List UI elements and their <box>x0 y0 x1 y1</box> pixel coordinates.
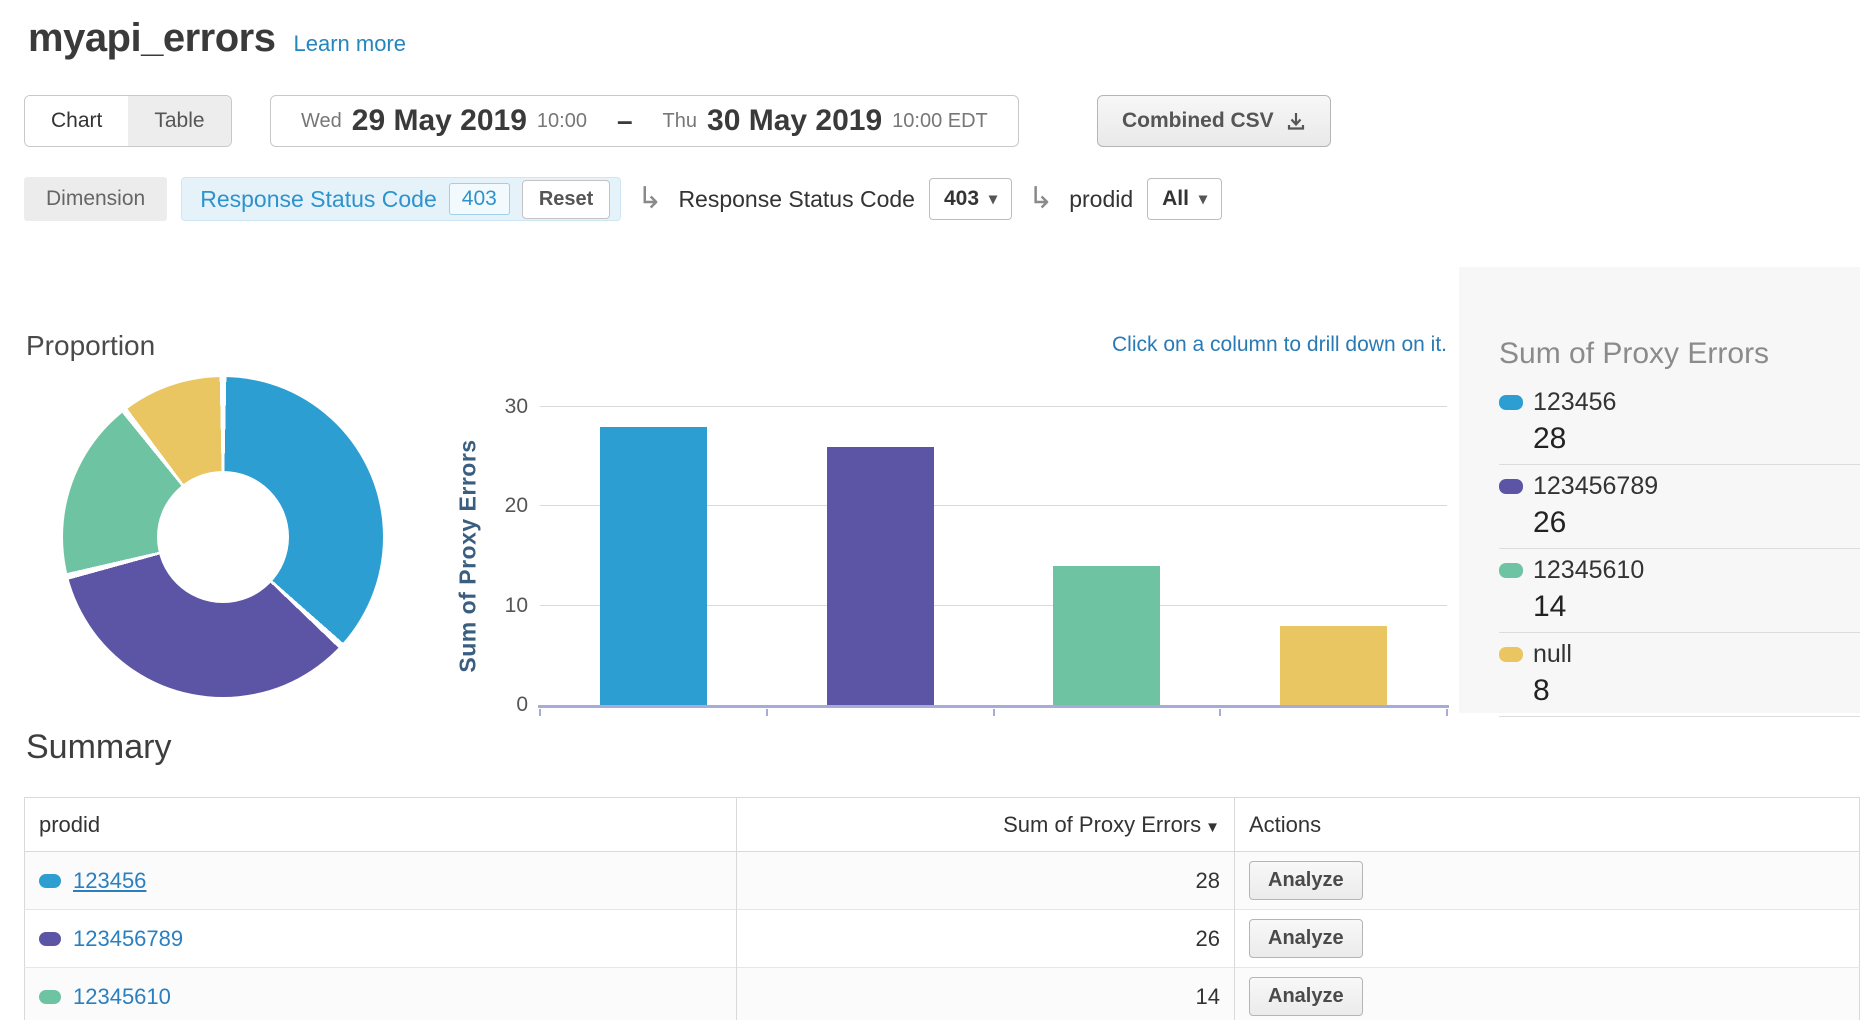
chevron-down-icon: ▾ <box>989 189 997 209</box>
start-day: Wed <box>301 110 342 133</box>
legend-name: null <box>1533 640 1572 668</box>
end-day: Thu <box>663 110 697 133</box>
bar-null[interactable] <box>1280 626 1387 705</box>
bar-123456789[interactable] <box>827 447 934 705</box>
series-color-swatch <box>39 932 61 946</box>
x-axis <box>538 705 1449 708</box>
drilldown-arrow-icon: ↳ <box>1028 184 1053 214</box>
dropdown-value: All <box>1162 187 1189 211</box>
legend-name: 12345610 <box>1533 556 1644 584</box>
gridline <box>540 406 1447 407</box>
legend-item: 12345610 14 <box>1499 549 1860 633</box>
column-header-prodid[interactable]: prodid <box>25 798 737 852</box>
bar-chart-plot: 0102030 <box>540 407 1447 705</box>
y-axis-label: Sum of Proxy Errors <box>455 439 482 672</box>
analyze-button[interactable]: Analyze <box>1249 977 1363 1016</box>
active-filter-name: Response Status Code <box>200 186 437 213</box>
series-color-swatch <box>39 990 61 1004</box>
proportion-donut-chart[interactable] <box>63 377 383 697</box>
end-date: 30 May 2019 <box>707 104 882 138</box>
legend-value: 8 <box>1533 674 1860 708</box>
bar-123456[interactable] <box>600 427 707 705</box>
download-icon <box>1286 111 1306 131</box>
legend-color-swatch <box>1499 563 1523 578</box>
status-dropdown-label: Response Status Code <box>678 186 915 213</box>
x-tick <box>539 709 541 716</box>
chart-legend: Sum of Proxy Errors 123456 28 123456789 … <box>1459 267 1860 713</box>
bar-12345610[interactable] <box>1053 566 1160 705</box>
y-tick-label: 10 <box>482 594 528 618</box>
response-status-code-dropdown[interactable]: 403 ▾ <box>929 178 1012 220</box>
legend-item: 123456 28 <box>1499 381 1860 465</box>
dropdown-value: 403 <box>944 187 979 211</box>
summary-table: prodid Sum of Proxy Errors▼ Actions 1234… <box>24 797 1860 1020</box>
legend-name: 123456789 <box>1533 472 1658 500</box>
reset-button[interactable]: Reset <box>522 180 610 219</box>
chevron-down-icon: ▾ <box>1199 189 1207 209</box>
learn-more-link[interactable]: Learn more <box>293 31 406 57</box>
analyze-button[interactable]: Analyze <box>1249 861 1363 900</box>
prodid-link[interactable]: 123456789 <box>73 926 183 951</box>
legend-color-swatch <box>1499 647 1523 662</box>
proportion-chart-card <box>24 368 422 706</box>
legend-item: 123456789 26 <box>1499 465 1860 549</box>
analyze-button[interactable]: Analyze <box>1249 919 1363 958</box>
table-row: 123456 28 Analyze <box>25 852 1860 910</box>
dimension-label: Dimension <box>24 177 167 221</box>
column-header-actions: Actions <box>1235 798 1860 852</box>
y-tick-label: 20 <box>482 494 528 518</box>
active-filter-chip: Response Status Code 403 Reset <box>181 177 621 221</box>
page-title: myapi_errors <box>28 16 275 61</box>
x-tick <box>1446 709 1448 716</box>
chart-table-toggle: Chart Table <box>24 95 232 147</box>
table-toggle-button[interactable]: Table <box>128 96 230 146</box>
table-row: 123456789 26 Analyze <box>25 910 1860 968</box>
proportion-title: Proportion <box>26 330 155 362</box>
active-filter-value: 403 <box>449 183 510 215</box>
table-header-row: prodid Sum of Proxy Errors▼ Actions <box>25 798 1860 852</box>
legend-value: 26 <box>1533 506 1860 540</box>
column-header-proxy-errors[interactable]: Sum of Proxy Errors▼ <box>737 798 1235 852</box>
date-range-separator: – <box>617 105 633 137</box>
summary-title: Summary <box>26 728 171 767</box>
table-row: 12345610 14 Analyze <box>25 968 1860 1020</box>
csv-button-label: Combined CSV <box>1122 109 1274 133</box>
x-tick <box>1219 709 1221 716</box>
sort-desc-icon: ▼ <box>1205 819 1220 836</box>
x-tick <box>993 709 995 716</box>
combined-csv-button[interactable]: Combined CSV <box>1097 95 1331 147</box>
series-color-swatch <box>39 874 61 888</box>
prodid-dropdown[interactable]: All ▾ <box>1147 178 1222 220</box>
dashboard-page: myapi_errors Learn more Chart Table Wed … <box>0 0 1860 1020</box>
chart-toggle-button[interactable]: Chart <box>25 96 128 146</box>
legend-value: 28 <box>1533 422 1860 456</box>
prodid-link[interactable]: 123456 <box>73 868 146 893</box>
legend-items: 123456 28 123456789 26 12345610 14 null … <box>1499 381 1860 717</box>
drilldown-hint: Click on a column to drill down on it. <box>1112 333 1447 357</box>
legend-item: null 8 <box>1499 633 1860 717</box>
y-tick-label: 30 <box>482 395 528 419</box>
legend-title: Sum of Proxy Errors <box>1499 337 1860 371</box>
legend-color-swatch <box>1499 395 1523 410</box>
start-time: 10:00 <box>537 110 587 133</box>
legend-color-swatch <box>1499 479 1523 494</box>
page-header: myapi_errors Learn more <box>28 16 406 61</box>
x-tick <box>766 709 768 716</box>
prodid-dropdown-label: prodid <box>1069 186 1133 213</box>
drilldown-arrow-icon: ↳ <box>637 184 662 214</box>
y-tick-label: 0 <box>482 693 528 717</box>
prodid-link[interactable]: 12345610 <box>73 984 171 1009</box>
proxy-errors-value: 26 <box>737 910 1235 968</box>
filter-row: Dimension Response Status Code 403 Reset… <box>24 176 1222 222</box>
legend-value: 14 <box>1533 590 1860 624</box>
donut-hole <box>157 471 289 603</box>
end-time: 10:00 EDT <box>892 110 988 133</box>
proxy-errors-value: 28 <box>737 852 1235 910</box>
date-range-picker[interactable]: Wed 29 May 2019 10:00 – Thu 30 May 2019 … <box>270 95 1019 147</box>
proxy-errors-value: 14 <box>737 968 1235 1020</box>
start-date: 29 May 2019 <box>352 104 527 138</box>
legend-name: 123456 <box>1533 388 1616 416</box>
